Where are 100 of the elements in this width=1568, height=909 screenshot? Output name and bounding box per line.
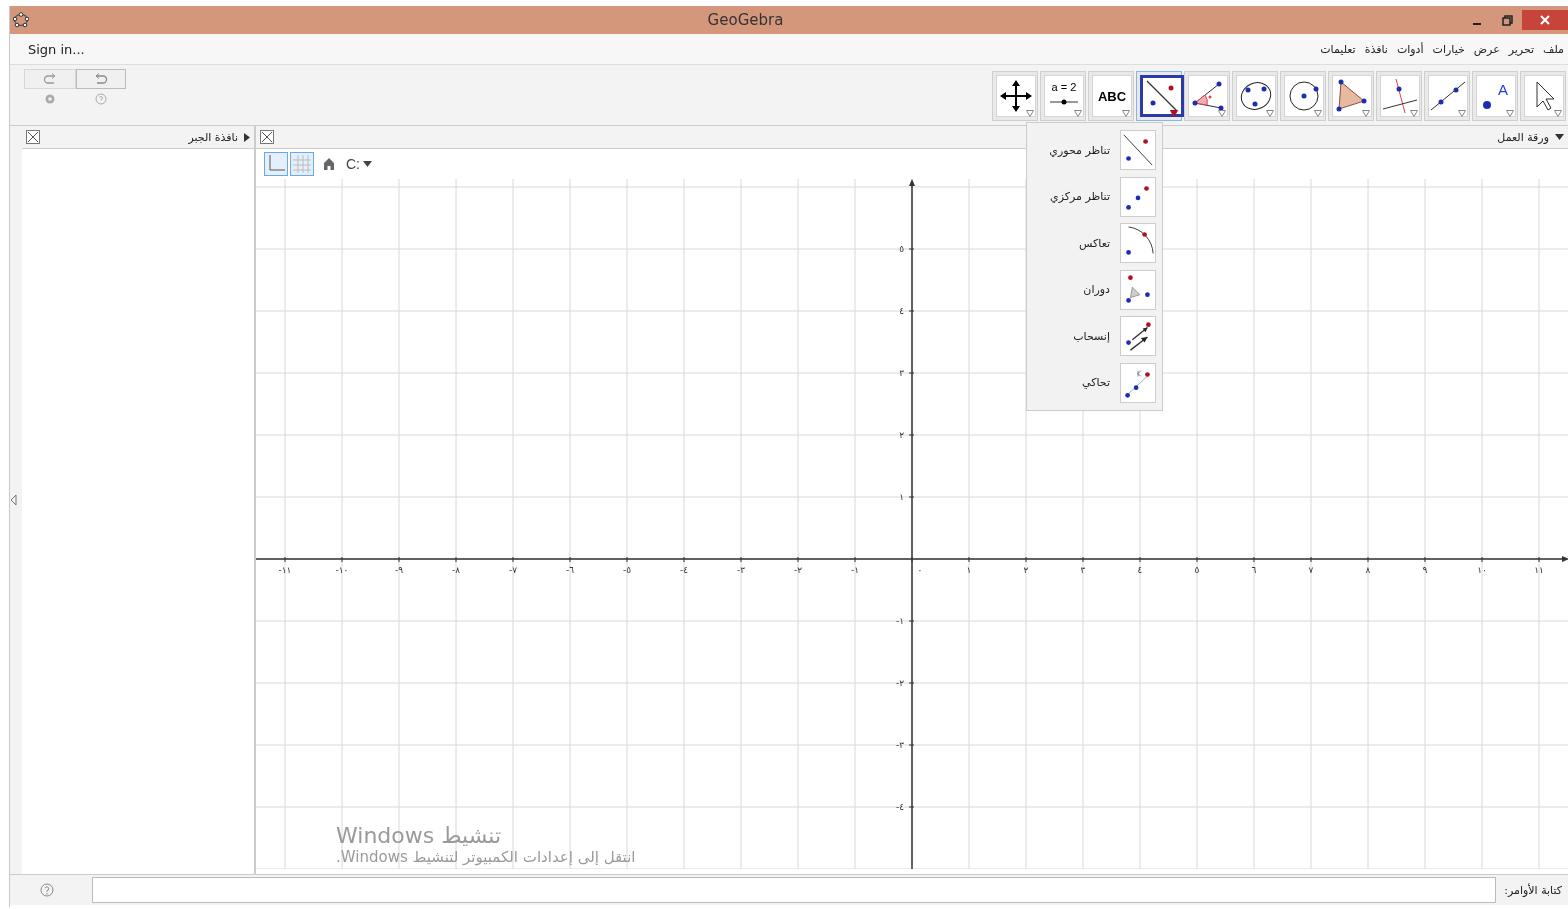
- redo-icon: [43, 73, 57, 85]
- axis-label: -٤: [895, 802, 904, 812]
- caret-icon: [1122, 110, 1130, 117]
- app-icon: [13, 12, 29, 28]
- menu-item[interactable]: دوران: [1027, 266, 1162, 313]
- menu-item[interactable]: تعاكس: [1027, 220, 1162, 267]
- caret-icon: [1506, 110, 1514, 117]
- caret-icon: [1458, 110, 1466, 117]
- tool-button[interactable]: [1136, 71, 1182, 121]
- close-icon: [1540, 15, 1550, 25]
- close-view-button[interactable]: [26, 130, 40, 144]
- menu-item[interactable]: إنسحاب: [1027, 313, 1162, 360]
- caret-icon: [1410, 110, 1418, 117]
- caret-icon: [363, 161, 372, 167]
- tool-button[interactable]: [992, 71, 1038, 121]
- caret-icon: [1026, 110, 1034, 117]
- expand-arrow-icon[interactable]: [244, 132, 250, 142]
- menu-item[interactable]: تناظر محوري: [1027, 127, 1162, 174]
- axis-label: -٢: [895, 678, 904, 688]
- caret-icon: [1554, 110, 1562, 117]
- axis-label: -٥: [622, 565, 632, 575]
- axis-label: ٢: [899, 430, 904, 440]
- reflect-line-icon: [1123, 134, 1153, 166]
- axis-label: -٦: [565, 565, 575, 575]
- close-button[interactable]: [1522, 10, 1568, 30]
- axis-label: -٣: [895, 740, 904, 750]
- axis-label: ٧: [1308, 565, 1314, 575]
- caret-icon: [1266, 110, 1274, 117]
- dropdown-arrow-icon[interactable]: [1555, 134, 1564, 140]
- axes-toggle[interactable]: [264, 152, 288, 176]
- menu-item[interactable]: تعليمات: [1320, 42, 1356, 56]
- axis-label: ٤: [899, 306, 904, 316]
- axis-label: ١: [966, 565, 972, 575]
- point-capture-dropdown[interactable]: C:: [344, 156, 374, 172]
- tool-button[interactable]: [1184, 71, 1230, 121]
- menu-item[interactable]: تحرير: [1508, 42, 1535, 56]
- menu-item[interactable]: ملف: [1543, 42, 1564, 56]
- axis-label: ٣: [1080, 565, 1086, 575]
- minimize-icon: [1472, 23, 1482, 25]
- ellipse-icon: [1240, 82, 1272, 110]
- tool-button[interactable]: ABC: [1088, 71, 1134, 121]
- perpendicular-lines-icon: [1382, 78, 1418, 114]
- axis-label: ١٠: [1477, 565, 1487, 575]
- point-icon: [1483, 101, 1491, 109]
- activation-title: تنشيط Windows: [336, 823, 502, 848]
- menu-item[interactable]: أدوات: [1396, 42, 1424, 56]
- sign-in-link[interactable]: Sign in...: [28, 41, 85, 57]
- inversion-icon: [1126, 226, 1154, 256]
- home-icon[interactable]: [322, 157, 336, 171]
- grid-toggle[interactable]: [290, 152, 314, 176]
- axis-label: ٩: [1422, 565, 1428, 575]
- cursor-icon: [1536, 81, 1555, 111]
- caret-icon: [1362, 110, 1370, 117]
- slider-label: a = 2: [1051, 81, 1077, 93]
- menu-item[interactable]: خيارات: [1432, 42, 1465, 56]
- axis-label: ٣: [899, 368, 904, 378]
- restore-icon: [1501, 14, 1513, 26]
- slider-track-icon: [1049, 99, 1079, 105]
- circle-icon: [1289, 81, 1319, 111]
- activation-text: انتقل إلى إعدادات الكمبيوتر لتنشيط Windows.: [336, 848, 636, 866]
- axis-label: ٥: [1194, 565, 1200, 575]
- translation-icon: [1126, 322, 1151, 352]
- point-label: A: [1498, 81, 1508, 98]
- line-icon: [1430, 81, 1466, 111]
- axis-label: -٣: [736, 565, 746, 575]
- tool-button[interactable]: a = 2: [1040, 71, 1086, 121]
- axis-label: -١٠: [335, 565, 349, 575]
- caret-icon: [1074, 110, 1082, 117]
- reflect-point-icon: [1126, 185, 1149, 210]
- axis-label: -١١: [278, 565, 292, 575]
- axis-label: ٥: [899, 244, 904, 254]
- axis-label: ١: [899, 492, 904, 502]
- view-title: ورقة العمل: [1497, 130, 1549, 144]
- dilation-icon: [1125, 370, 1150, 398]
- close-view-button[interactable]: [260, 130, 274, 144]
- axis-label: -٩: [394, 565, 404, 575]
- tool-button[interactable]: [1280, 71, 1326, 121]
- menu-item[interactable]: نافذة: [1364, 42, 1388, 56]
- axis-label: ٨: [1365, 565, 1371, 575]
- caret-icon: [1218, 110, 1226, 117]
- window-title: GeoGebra: [706, 11, 785, 29]
- axis-label: -١: [895, 616, 904, 626]
- menu-item[interactable]: تحاكي: [1027, 359, 1162, 406]
- triangle-icon: [1336, 79, 1367, 112]
- input-field[interactable]: [92, 877, 1497, 903]
- input-label: كتابة الأوامر:: [1504, 883, 1563, 897]
- tool-button[interactable]: A: [1472, 71, 1518, 121]
- axis-label: ٤: [1137, 565, 1143, 575]
- tool-button[interactable]: [1232, 71, 1278, 121]
- axis-label: -٨: [451, 565, 461, 575]
- rotation-icon: [1126, 275, 1150, 303]
- axis-label: ٦: [1251, 565, 1257, 575]
- menu-item[interactable]: عرض: [1473, 42, 1500, 56]
- caret-icon: [1314, 110, 1322, 117]
- axis-label: -١: [850, 565, 860, 575]
- axis-label: ٠: [917, 565, 923, 575]
- axis-label: -٤: [679, 565, 689, 575]
- move-arrows-icon: [1000, 80, 1032, 112]
- tool-button[interactable]: [1328, 71, 1374, 121]
- angle-icon: [1192, 81, 1224, 111]
